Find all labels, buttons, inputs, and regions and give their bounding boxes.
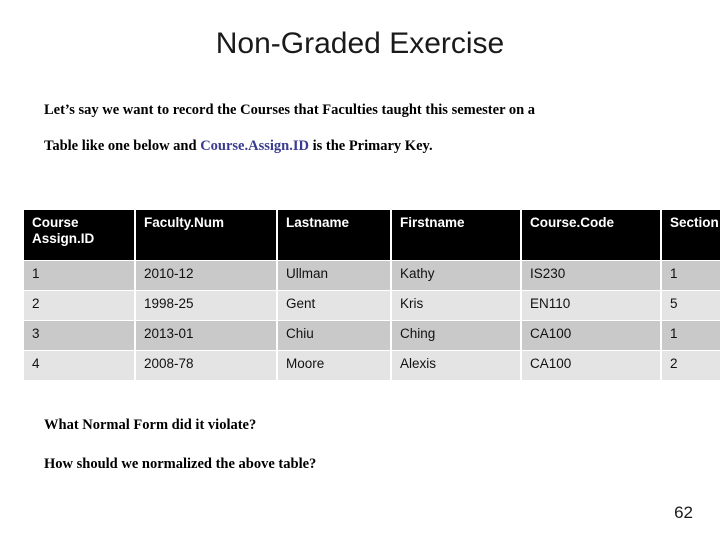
cell-lastname: Moore: [278, 351, 390, 380]
question-1: What Normal Form did it violate?: [44, 417, 257, 433]
cell-lastname: Chiu: [278, 321, 390, 350]
questions-block: What Normal Form did it violate? How sho…: [44, 406, 644, 484]
cell-course-code: CA100: [522, 351, 660, 380]
column-header-firstname: Firstname: [392, 210, 520, 260]
cell-section: 1: [662, 261, 720, 290]
cell-lastname: Gent: [278, 291, 390, 320]
cell-section: 2: [662, 351, 720, 380]
table-header: Course Assign.ID Faculty.Num Lastname Fi…: [24, 210, 720, 260]
table-header-row: Course Assign.ID Faculty.Num Lastname Fi…: [24, 210, 720, 260]
cell-faculty-num: 2010-12: [136, 261, 276, 290]
cell-course-assign-id: 4: [24, 351, 134, 380]
cell-section: 5: [662, 291, 720, 320]
cell-course-code: EN110: [522, 291, 660, 320]
cell-course-assign-id: 2: [24, 291, 134, 320]
cell-course-code: IS230: [522, 261, 660, 290]
cell-course-assign-id: 3: [24, 321, 134, 350]
cell-firstname: Kathy: [392, 261, 520, 290]
cell-faculty-num: 1998-25: [136, 291, 276, 320]
cell-firstname: Alexis: [392, 351, 520, 380]
cell-faculty-num: 2013-01: [136, 321, 276, 350]
table-row: 2 1998-25 Gent Kris EN110 5: [24, 291, 720, 320]
column-header-course-code: Course.Code: [522, 210, 660, 260]
cell-faculty-num: 2008-78: [136, 351, 276, 380]
column-header-section: Section: [662, 210, 720, 260]
cell-firstname: Kris: [392, 291, 520, 320]
intro-paragraph: Let’s say we want to record the Courses …: [44, 92, 684, 164]
cell-firstname: Ching: [392, 321, 520, 350]
intro-line-2-prefix: Table like one below and: [44, 138, 201, 154]
table-body: 1 2010-12 Ullman Kathy IS230 1 2 1998-25…: [24, 261, 720, 380]
table-row: 3 2013-01 Chiu Ching CA100 1: [24, 321, 720, 350]
course-assignment-table: Course Assign.ID Faculty.Num Lastname Fi…: [22, 209, 720, 381]
column-header-lastname: Lastname: [278, 210, 390, 260]
table-row: 4 2008-78 Moore Alexis CA100 2: [24, 351, 720, 380]
page-number: 62: [674, 503, 693, 522]
table-row: 1 2010-12 Ullman Kathy IS230 1: [24, 261, 720, 290]
cell-course-code: CA100: [522, 321, 660, 350]
column-header-course-assign-id: Course Assign.ID: [24, 210, 134, 260]
page-title: Non-Graded Exercise: [215, 27, 505, 60]
intro-line-1: Let’s say we want to record the Courses …: [44, 102, 536, 118]
cell-course-assign-id: 1: [24, 261, 134, 290]
intro-line-2-suffix: is the Primary Key.: [308, 138, 433, 154]
column-header-faculty-num: Faculty.Num: [136, 210, 276, 260]
primary-key-reference: Course.Assign.ID: [200, 138, 309, 154]
intro-line-2: Table like one below and Course.Assign.I…: [44, 128, 684, 164]
cell-section: 1: [662, 321, 720, 350]
cell-lastname: Ullman: [278, 261, 390, 290]
question-2: How should we normalized the above table…: [44, 456, 317, 472]
